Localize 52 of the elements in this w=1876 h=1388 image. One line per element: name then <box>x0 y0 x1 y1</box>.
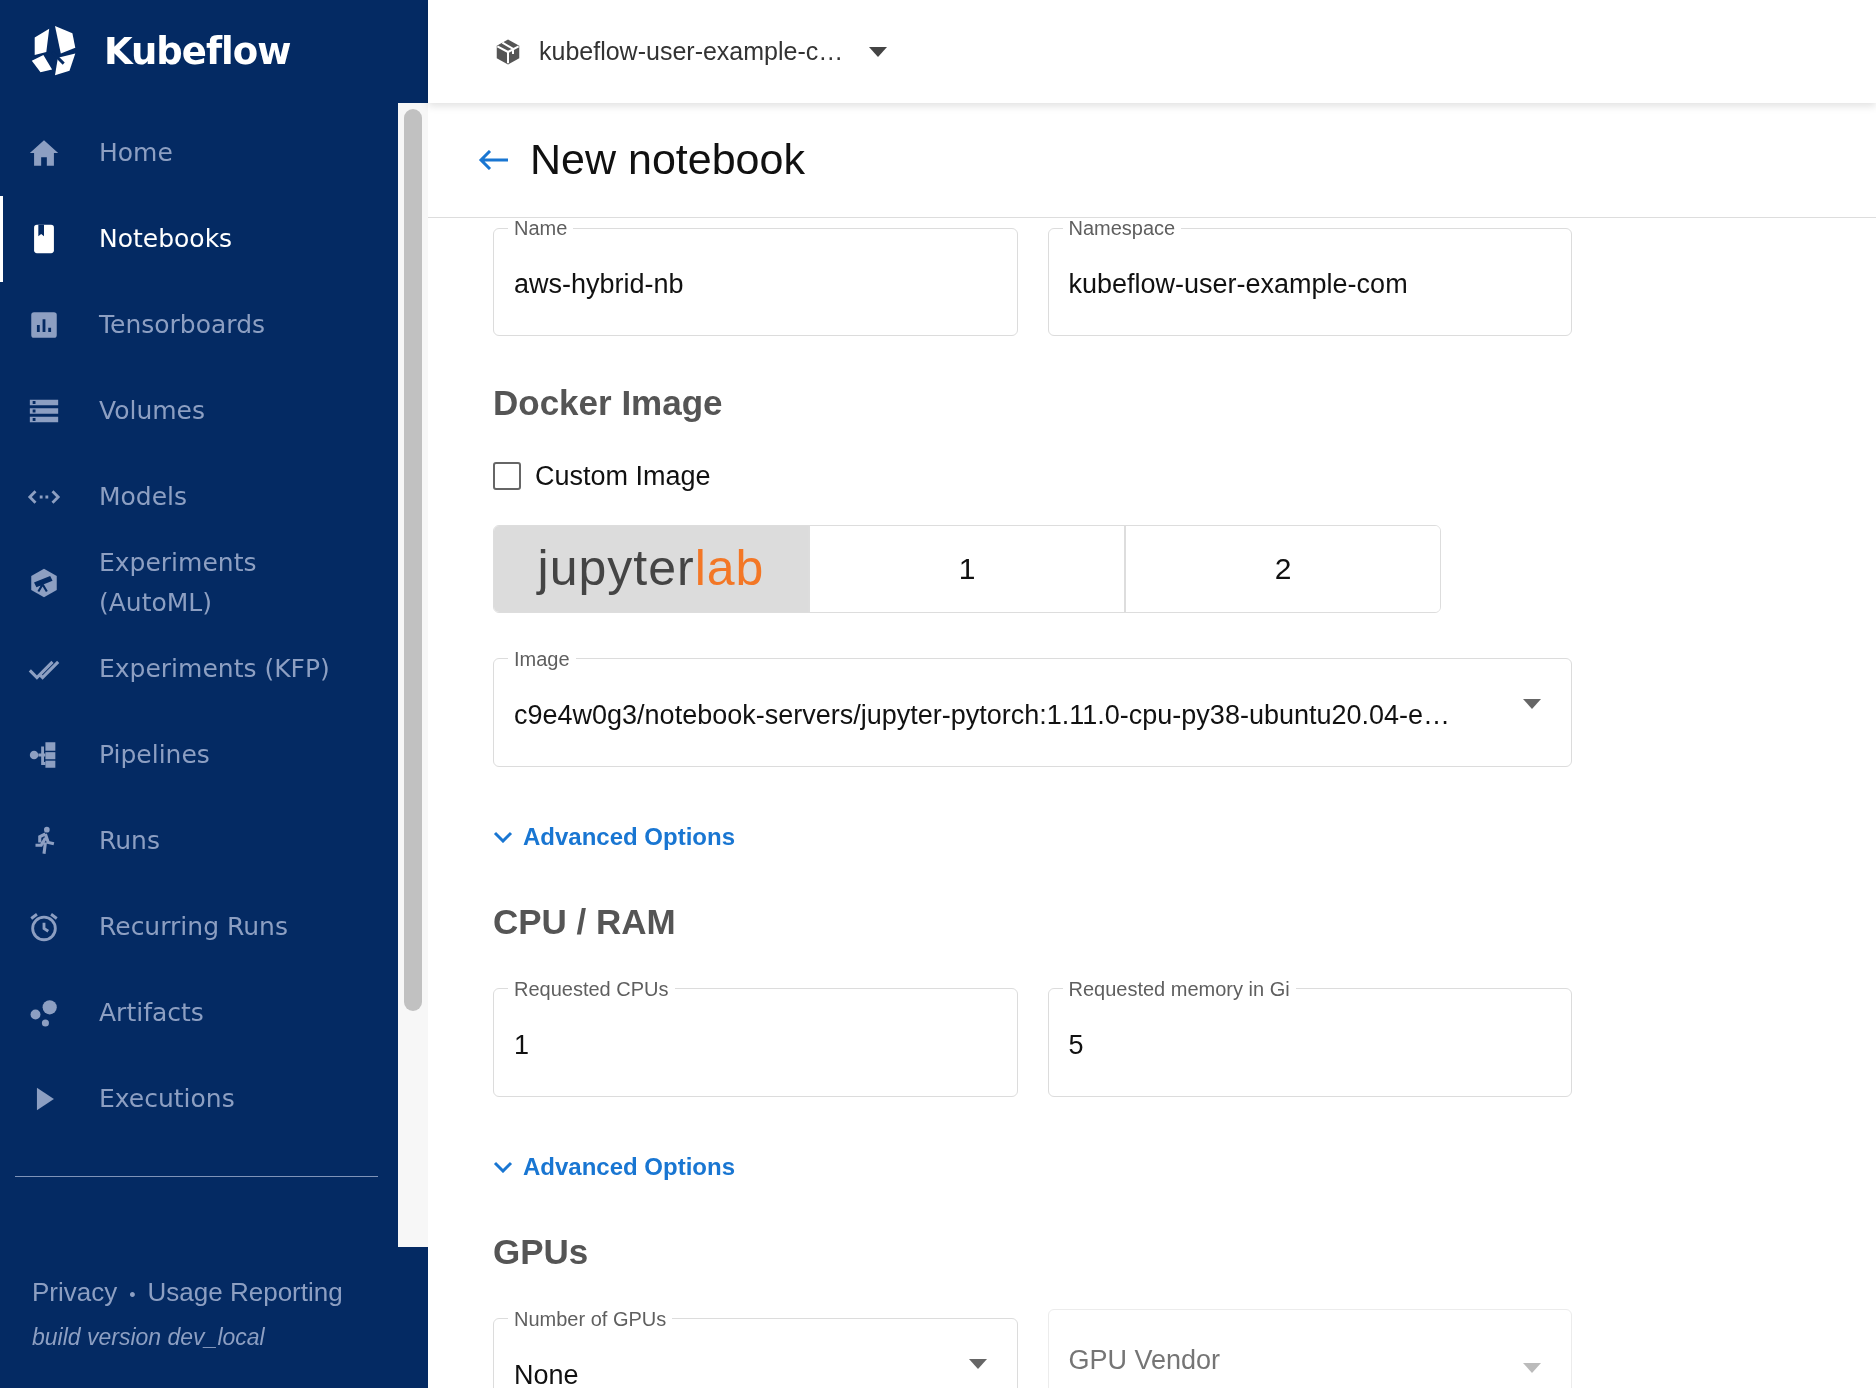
field-label: Image <box>513 648 571 669</box>
input-field[interactable]: Namespace kubeflow-user-example-com <box>1047 218 1572 336</box>
sidebar-item[interactable]: Experiments (AutoML) <box>0 540 398 626</box>
text-input[interactable]: 5 <box>1068 1024 1119 1066</box>
separator: • <box>129 1285 136 1305</box>
field-label: Requested CPUs <box>513 978 670 999</box>
sidebar-item[interactable]: Artifacts <box>0 970 398 1056</box>
back-arrow-icon <box>478 150 510 170</box>
caret-icon <box>968 1359 987 1369</box>
scrollbar[interactable] <box>398 103 428 1247</box>
sidebar-item[interactable]: Volumes <box>0 368 398 454</box>
caret-icon <box>1523 1362 1541 1373</box>
build-version: build version dev_local <box>32 1323 265 1352</box>
section-heading: CPU / RAM <box>493 900 677 943</box>
brand-name: Kubeflow <box>104 28 291 75</box>
sidebar-item[interactable]: Runs <box>0 798 398 884</box>
chevron-down-icon <box>493 1160 513 1173</box>
text-input[interactable]: None <box>514 1354 612 1388</box>
section-heading: Docker Image <box>493 382 724 424</box>
sidebar-item[interactable]: Home <box>0 110 398 196</box>
sidebar-item[interactable]: Tensorboards <box>0 282 398 368</box>
image-option[interactable]: 2 <box>1124 525 1440 612</box>
input-field[interactable]: Requested memory in Gi 5 <box>1047 978 1572 1097</box>
back-button[interactable] <box>478 150 510 170</box>
image-option[interactable]: jupyterlab <box>494 525 808 612</box>
namespace-selector[interactable]: kubeflow-user-example-c… <box>493 32 888 71</box>
footer-link[interactable]: Privacy <box>32 1277 118 1307</box>
caret-icon <box>869 46 888 57</box>
sidebar-item[interactable]: Executions <box>0 1056 398 1142</box>
advanced-options-toggle[interactable]: Advanced Options <box>493 1148 736 1185</box>
field-label: Requested memory in Gi <box>1067 978 1291 999</box>
caret-icon <box>1523 699 1541 709</box>
text-input[interactable]: c9e4w0g3/notebook-servers/jupyter-pytorch:1.11.0-cpu-py38-ubuntu20.04-e… <box>514 694 1551 736</box>
input-field[interactable]: Requested CPUs 1 <box>493 978 1018 1097</box>
chevron-down-icon <box>493 830 513 843</box>
sidebar-item[interactable]: Experiments (KFP) <box>0 626 398 712</box>
input-field[interactable]: Name aws-hybrid-nb <box>493 218 1018 336</box>
sidebar-item[interactable]: Pipelines <box>0 712 398 798</box>
footer-link[interactable]: Usage Reporting <box>147 1277 343 1307</box>
checkbox[interactable]: Custom Image <box>493 456 1876 497</box>
text-input[interactable]: kubeflow-user-example-com <box>1068 264 1503 305</box>
sidebar-item[interactable]: Models <box>0 454 398 540</box>
advanced-options-toggle[interactable]: Advanced Options <box>493 818 736 855</box>
field-label: Number of GPUs <box>513 1308 668 1329</box>
sidebar-item[interactable]: Recurring Runs <box>0 884 398 970</box>
field-label: Name <box>513 218 569 238</box>
field-label: Namespace <box>1067 218 1177 238</box>
page-title: New notebook <box>530 134 805 186</box>
text-input[interactable]: 1 <box>514 1024 564 1066</box>
select-field[interactable]: Number of GPUs None <box>493 1308 1018 1388</box>
section-heading: GPUs <box>493 1230 590 1273</box>
text-input[interactable]: aws-hybrid-nb <box>514 264 756 305</box>
